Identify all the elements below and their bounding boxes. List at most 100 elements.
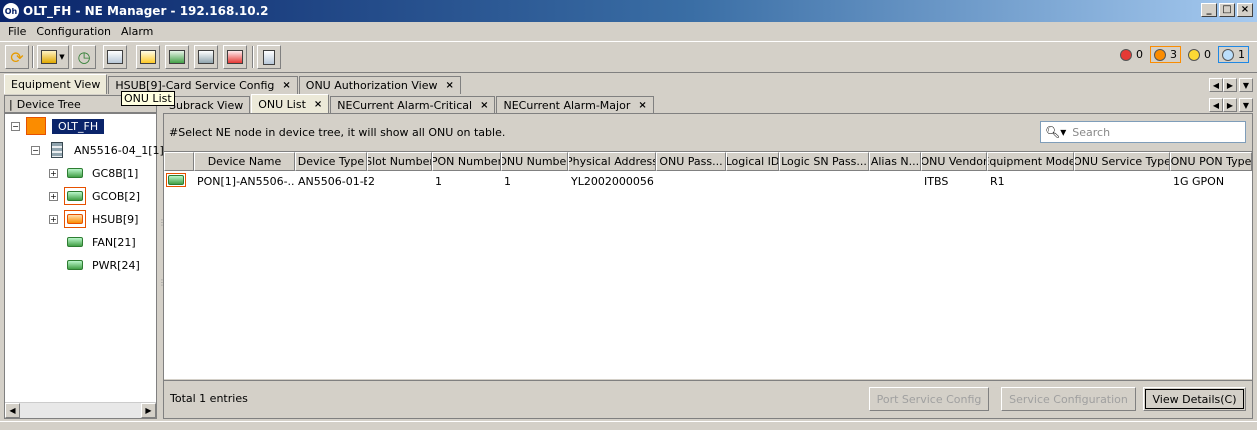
tab-onu-authorization-view[interactable]: ONU Authorization View × — [298, 76, 461, 94]
column-header[interactable]: ONU Pass... — [656, 152, 726, 171]
tree-node-card[interactable]: + GCOB[2] — [49, 187, 140, 205]
tab-left-icon[interactable]: ◀ — [1209, 78, 1223, 92]
expand-icon[interactable]: + — [49, 214, 58, 224]
alarm-critical[interactable]: 0 — [1117, 47, 1146, 62]
column-header[interactable]: ONU Number — [501, 152, 568, 171]
scroll-right-icon[interactable]: ▶ — [141, 403, 156, 418]
column-header[interactable]: Physical Address — [568, 152, 656, 171]
column-header[interactable]: Logic SN Pass... — [779, 152, 869, 171]
cell-slot-number: 2 — [368, 174, 375, 188]
view-details-button[interactable]: View Details(C) — [1143, 387, 1246, 411]
printer-button[interactable] — [165, 45, 189, 69]
export-icon — [198, 50, 214, 64]
close-tab-icon[interactable]: × — [638, 100, 646, 111]
tab-onu-list[interactable]: ONU List × — [251, 94, 330, 114]
critical-alarm-icon — [1120, 48, 1132, 61]
tree-node-card[interactable]: + GC8B[1] — [49, 164, 138, 182]
card-icon — [64, 233, 86, 251]
rack-icon — [46, 141, 68, 159]
tree-scrollbar[interactable]: ◀ ▶ — [5, 402, 156, 418]
tab-right-icon[interactable]: ▶ — [1223, 78, 1237, 92]
tree-node-card[interactable]: PWR[24] — [64, 256, 140, 274]
column-header[interactable]: ONU PON Type — [1170, 152, 1252, 171]
close-button[interactable]: × — [1237, 3, 1253, 17]
menu-file[interactable]: File — [3, 25, 31, 38]
minimize-button[interactable]: _ — [1201, 3, 1217, 17]
warning-alarm-icon — [1222, 48, 1234, 61]
column-header[interactable]: ONU Vendor — [921, 152, 987, 171]
column-header-icon[interactable] — [164, 152, 194, 171]
device-tree: − OLT_FH − AN5516-04_1[1] + GC8B[1] + GC… — [4, 113, 164, 419]
column-header[interactable]: Alias N... — [869, 152, 921, 171]
card-alarm-icon — [64, 187, 86, 205]
tree-node-ne[interactable]: − AN5516-04_1[1] — [31, 141, 164, 159]
menu-alarm[interactable]: Alarm — [116, 25, 158, 38]
expand-icon[interactable]: + — [49, 191, 58, 201]
port-service-config-button[interactable]: Port Service Config — [869, 387, 989, 411]
tab-alarm-critical[interactable]: NECurrent Alarm-Critical × — [330, 96, 496, 114]
scroll-left-icon[interactable]: ◀ — [5, 403, 20, 418]
tab-menu-icon[interactable]: ▼ — [1239, 78, 1253, 92]
cell-onu-pon-type: 1G GPON — [1173, 174, 1225, 188]
printer-green-icon — [169, 50, 185, 64]
onu-table: Device Name Device Type Slot Number PON … — [164, 151, 1252, 379]
collapse-icon[interactable]: − — [11, 121, 20, 131]
tab-left-icon[interactable]: ◀ — [1209, 98, 1223, 112]
table-header: Device Name Device Type Slot Number PON … — [164, 152, 1252, 171]
maximize-button[interactable]: □ — [1219, 3, 1235, 17]
column-header[interactable]: Device Name — [194, 152, 295, 171]
tab-equipment-view[interactable]: Equipment View — [4, 74, 108, 94]
tab-alarm-major[interactable]: NECurrent Alarm-Major × — [496, 96, 654, 114]
collapse-icon[interactable]: − — [31, 145, 40, 155]
close-tab-icon[interactable]: × — [446, 80, 454, 91]
tree-node-olt[interactable]: − OLT_FH — [11, 117, 105, 135]
onu-list-icon — [107, 50, 123, 64]
tab-right-icon[interactable]: ▶ — [1223, 98, 1237, 112]
column-header[interactable]: Logical ID — [726, 152, 779, 171]
close-tab-icon[interactable]: × — [282, 80, 290, 91]
column-header[interactable]: ONU Service Type — [1074, 152, 1170, 171]
tab-subrack-view[interactable]: Subrack View — [163, 96, 251, 114]
edit-button[interactable] — [136, 45, 160, 69]
export-button[interactable] — [194, 45, 218, 69]
config-icon — [41, 50, 58, 64]
alarm-minor[interactable]: 0 — [1185, 47, 1214, 62]
report-button[interactable] — [257, 45, 281, 69]
top-tab-bar: Equipment View HSUB[9]-Card Service Conf… — [4, 74, 462, 94]
app-icon: Oh — [3, 3, 19, 19]
alarm-major[interactable]: 3 — [1150, 46, 1181, 63]
card-icon — [64, 256, 86, 274]
cell-device-type: AN5506-01-B1 — [298, 174, 367, 188]
expand-icon[interactable]: + — [49, 168, 58, 178]
cell-device-name: PON[1]-AN5506-... — [197, 174, 295, 188]
menu-configuration[interactable]: Configuration — [31, 25, 116, 38]
search-placeholder: Search — [1072, 125, 1111, 139]
cell-onu-number: 1 — [504, 174, 511, 188]
cell-equipment-model: R1 — [990, 174, 1005, 188]
close-tab-icon[interactable]: × — [480, 100, 488, 111]
card-icon — [64, 164, 86, 182]
print-button[interactable] — [223, 45, 247, 69]
column-header[interactable]: PON Number — [432, 152, 501, 171]
total-entries: Total 1 entries — [170, 392, 248, 405]
ne-config-button[interactable]: ▼ — [37, 45, 69, 69]
close-tab-icon[interactable]: × — [314, 99, 322, 110]
search-input[interactable]: 🔍︎▾ Search — [1040, 121, 1246, 143]
service-configuration-button[interactable]: Service Configuration — [1001, 387, 1136, 411]
tab-menu-icon[interactable]: ▼ — [1239, 98, 1253, 112]
cell-pon-number: 1 — [435, 174, 442, 188]
timer-button[interactable]: ◷ — [72, 45, 96, 69]
clock-icon: ◷ — [77, 48, 91, 66]
column-header[interactable]: Device Type — [295, 152, 367, 171]
alarm-warning[interactable]: 1 — [1218, 46, 1249, 63]
tree-node-card[interactable]: FAN[21] — [64, 233, 136, 251]
table-row[interactable]: PON[1]-AN5506-... AN5506-01-B1 2 1 1 YL2… — [164, 171, 1252, 191]
cell-onu-vendor: ITBS — [924, 174, 949, 188]
tree-node-card[interactable]: + HSUB[9] — [49, 210, 138, 228]
refresh-button[interactable]: ⟳ — [5, 45, 29, 69]
onu-list-button[interactable] — [103, 45, 127, 69]
onu-icon — [164, 172, 194, 190]
alarm-summary: 0 3 0 1 — [1117, 46, 1249, 63]
column-header[interactable]: Slot Number — [367, 152, 432, 171]
column-header[interactable]: Equipment Model — [987, 152, 1074, 171]
